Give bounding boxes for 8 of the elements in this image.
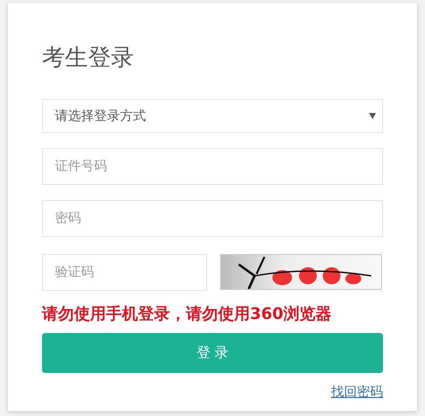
warning-message: 请勿使用手机登录，请勿使用360浏览器: [42, 303, 332, 325]
captcha-field[interactable]: 验证码: [42, 254, 207, 291]
page-title: 考生登录: [42, 44, 135, 73]
password-field[interactable]: 密码: [42, 200, 383, 237]
login-method-select[interactable]: 请选择登录方式: [42, 99, 383, 133]
caret-icon: [369, 113, 376, 119]
forgot-password-link[interactable]: 找回密码: [331, 383, 383, 401]
id-number-field[interactable]: 证件号码: [42, 148, 383, 185]
